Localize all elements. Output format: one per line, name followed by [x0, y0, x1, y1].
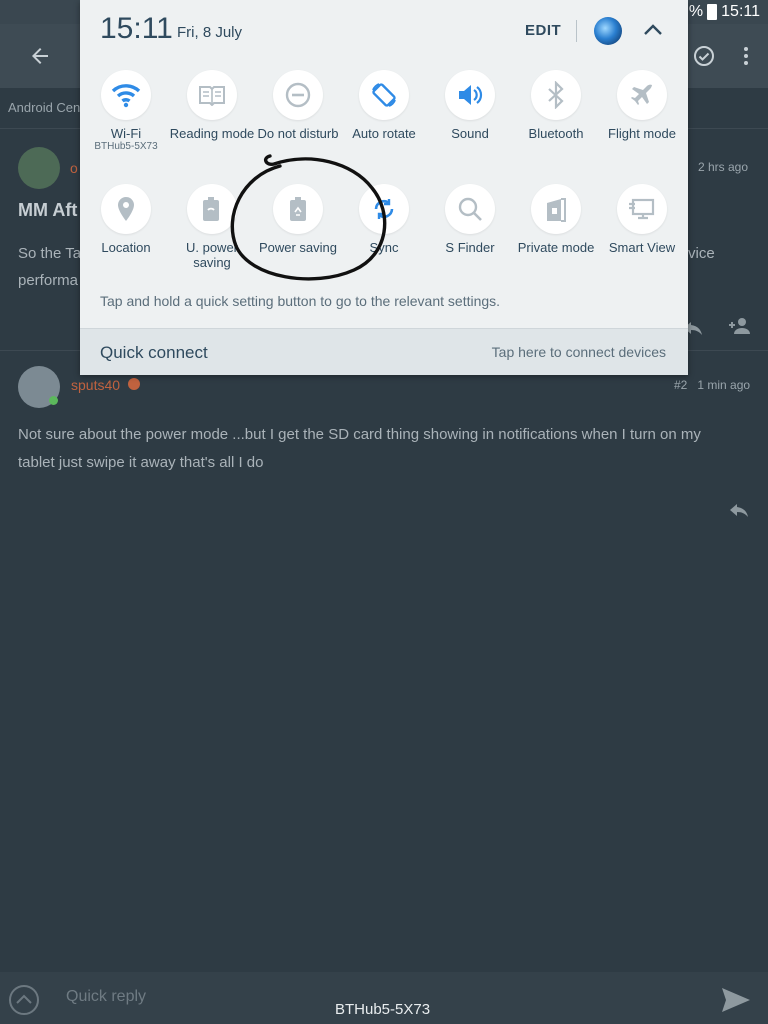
status-time: 15:11: [721, 3, 760, 20]
tile-label: Wi-Fi: [110, 126, 142, 141]
post-body-line: performa: [18, 272, 79, 289]
send-icon[interactable]: [720, 986, 752, 1014]
quick-connect-bar[interactable]: Quick connect Tap here to connect device…: [80, 328, 688, 375]
post-author[interactable]: sputs40: [71, 377, 120, 393]
tile-smart-view[interactable]: Smart View: [599, 184, 685, 255]
user-badge-icon: [128, 378, 140, 390]
panel-date: Fri, 8 July: [177, 24, 243, 41]
add-user-icon[interactable]: [728, 316, 752, 336]
tile-label: Sound: [451, 126, 489, 141]
online-dot: [49, 396, 58, 405]
toast-message: BTHub5-5X73: [335, 1001, 431, 1018]
post-body-line: vice: [688, 245, 715, 262]
minus-circle-icon: [285, 82, 311, 108]
breadcrumb[interactable]: Android Cen: [8, 100, 80, 115]
tile-label: Auto rotate: [352, 126, 416, 141]
tile-bluetooth[interactable]: Bluetooth: [513, 70, 599, 141]
tile-sublabel: BTHub5-5X73: [94, 141, 158, 152]
panel-time: 15:11: [100, 12, 173, 45]
quick-connect-title: Quick connect: [100, 343, 208, 362]
rotate-icon: [372, 83, 396, 107]
tile-location[interactable]: Location: [83, 184, 169, 255]
search-icon: [458, 197, 482, 221]
tile-label: Flight mode: [608, 126, 676, 141]
bluetooth-icon: [548, 81, 564, 109]
tile-label: Bluetooth: [528, 126, 584, 141]
tile-label: Do not disturb: [257, 126, 339, 141]
back-arrow-icon[interactable]: [28, 44, 52, 68]
tile-s-finder[interactable]: S Finder: [427, 184, 513, 255]
tile-label: Location: [101, 240, 151, 255]
post-body: Not sure about the power mode ...but I g…: [18, 426, 701, 471]
wifi-icon: [111, 84, 141, 108]
avatar[interactable]: [18, 147, 60, 189]
tile-label: Reading mode: [169, 126, 255, 141]
reply-icon[interactable]: [728, 500, 750, 518]
tile-label: S Finder: [445, 240, 495, 255]
post-body-line: So the Ta: [18, 245, 82, 262]
expand-up-icon[interactable]: [8, 984, 40, 1016]
tile-private-mode[interactable]: Private mode: [513, 184, 599, 255]
tile-wifi[interactable]: Wi-Fi BTHub5-5X73: [83, 70, 169, 153]
book-icon: [199, 86, 225, 106]
location-pin-icon: [118, 197, 134, 221]
battery-icon: [707, 4, 718, 20]
annotation-circle: [230, 154, 387, 281]
tile-label: Smart View: [608, 240, 676, 255]
post-author[interactable]: o: [70, 160, 78, 176]
tile-reading-mode[interactable]: Reading mode: [169, 70, 255, 141]
tile-sound[interactable]: Sound: [427, 70, 513, 141]
smart-view-icon: [629, 198, 655, 220]
check-circle-icon[interactable]: [692, 44, 716, 68]
profile-avatar[interactable]: [594, 17, 622, 45]
tile-do-not-disturb[interactable]: Do not disturb: [255, 70, 341, 141]
battery-percent: %: [688, 3, 704, 20]
post-meta: #2 1 min ago: [674, 378, 751, 392]
edit-button[interactable]: EDIT: [525, 22, 561, 39]
private-mode-icon: [547, 198, 566, 222]
airplane-icon: [631, 84, 652, 105]
divider: [576, 20, 577, 42]
post-time: 2 hrs ago: [698, 160, 749, 174]
collapse-chevron-icon[interactable]: [640, 18, 666, 42]
speaker-icon: [459, 85, 483, 105]
panel-hint: Tap and hold a quick setting button to g…: [100, 293, 501, 309]
overflow-menu-icon[interactable]: [736, 44, 756, 68]
quick-reply-input[interactable]: Quick reply: [66, 988, 146, 1006]
post-title[interactable]: MM Aft: [18, 200, 77, 221]
tile-auto-rotate[interactable]: Auto rotate: [341, 70, 427, 141]
tile-flight-mode[interactable]: Flight mode: [599, 70, 685, 141]
quick-reply-bar: Quick reply BTHub5-5X73: [0, 972, 768, 1024]
tile-label: Private mode: [517, 240, 595, 255]
quick-connect-hint: Tap here to connect devices: [491, 344, 666, 360]
